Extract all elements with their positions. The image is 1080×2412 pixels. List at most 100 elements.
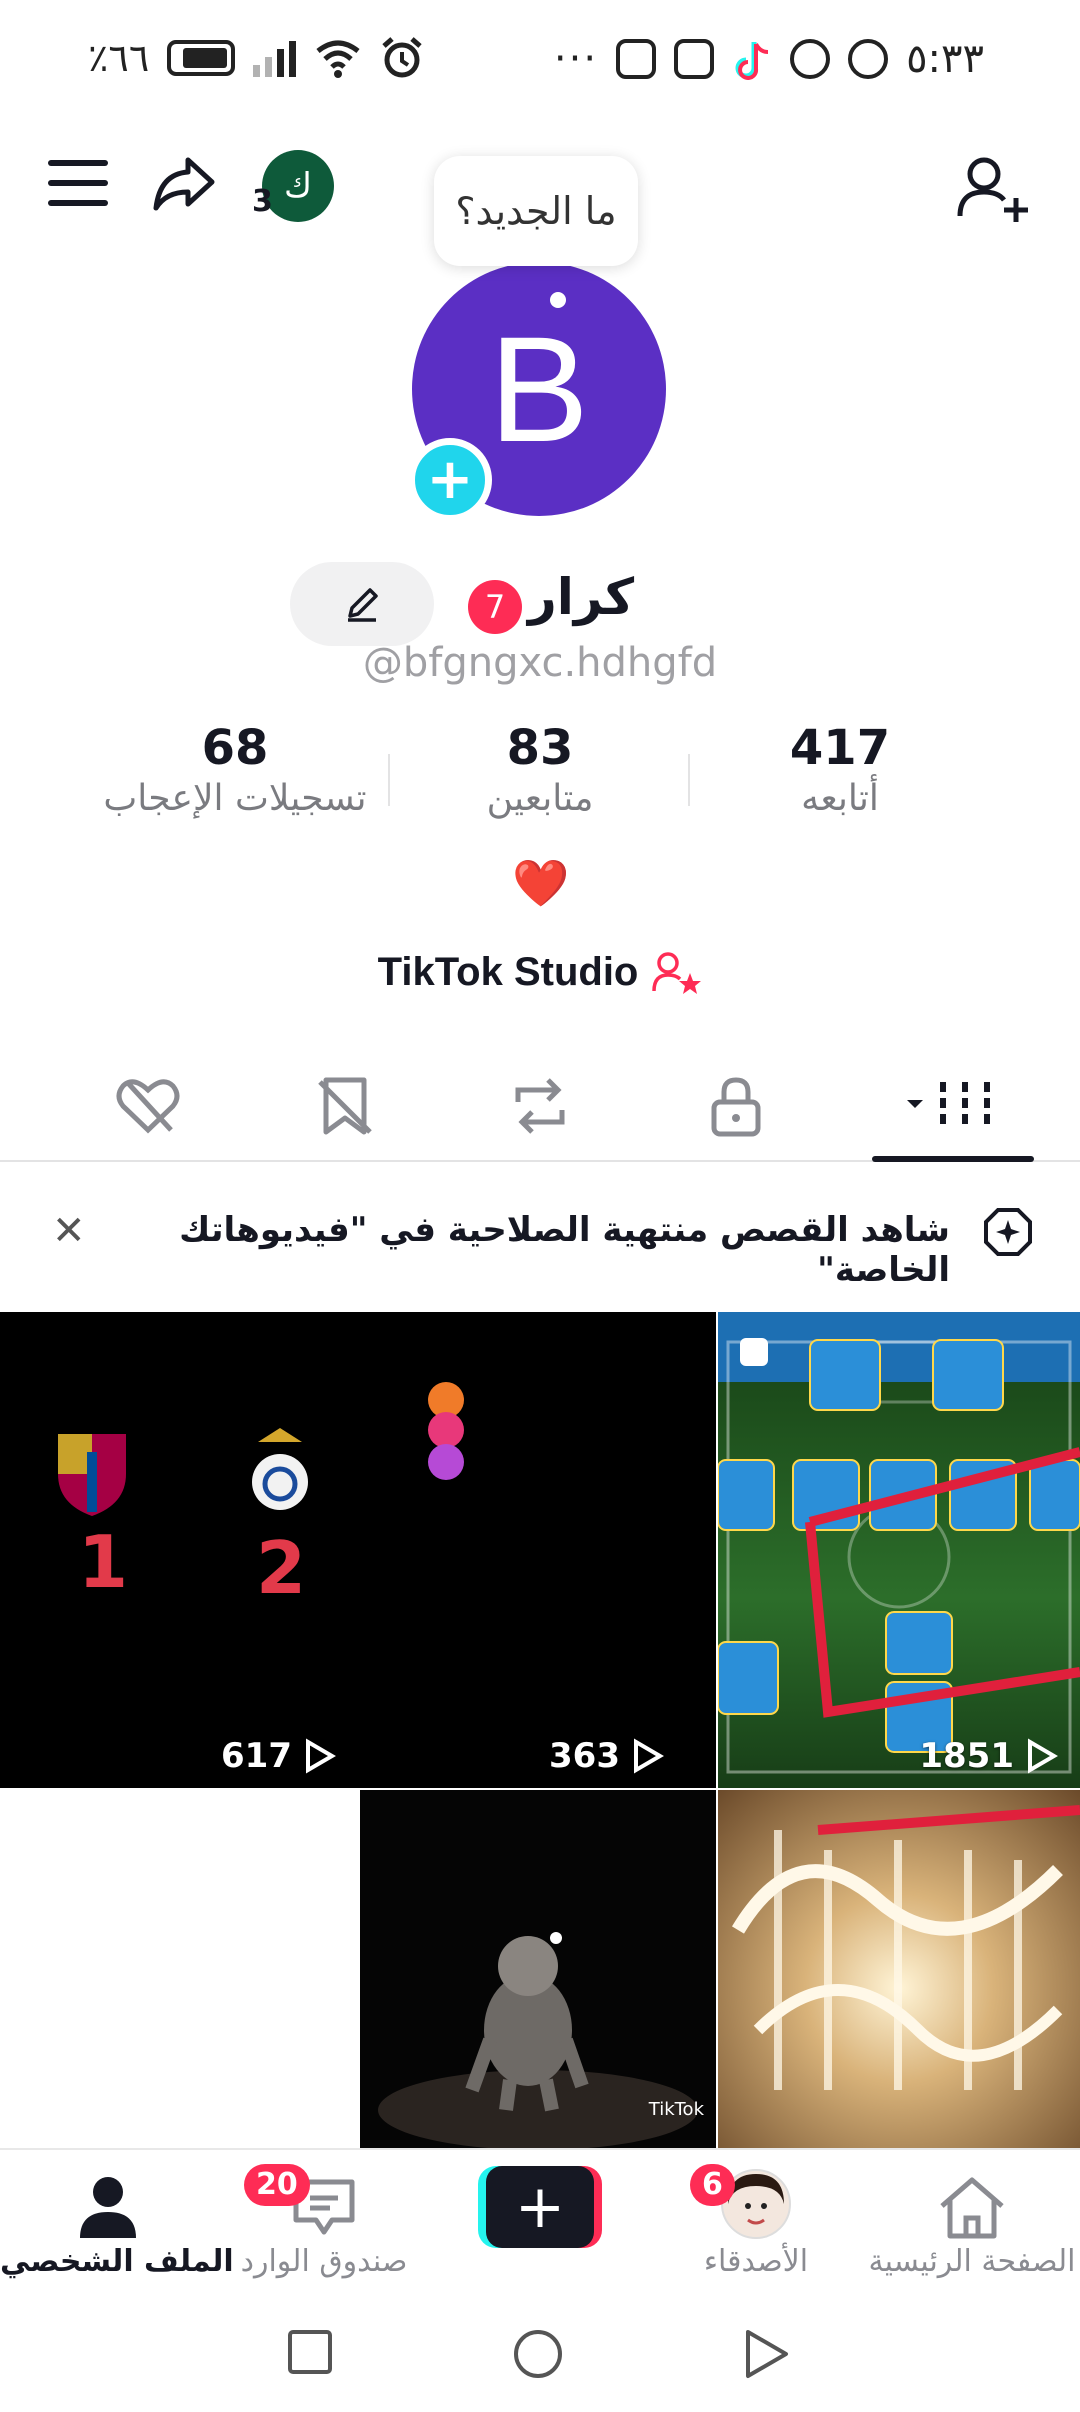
nav-home-label: الصفحة الرئيسية — [868, 2244, 1076, 2279]
edit-profile-button[interactable] — [290, 562, 434, 646]
video-thumbnail[interactable]: TikTok — [360, 1790, 716, 2150]
create-button[interactable]: + — [478, 2166, 602, 2248]
rank-number-2: 2 — [256, 1526, 307, 1610]
battery-percent: ٪٦٦ — [88, 36, 150, 80]
videos-grid-icon — [907, 1082, 990, 1130]
likes-stat[interactable]: 68 تسجيلات الإعجاب — [80, 720, 390, 819]
hidden-heart-icon — [116, 1079, 180, 1134]
nav-inbox-label: صندوق الوارد — [240, 2244, 408, 2279]
avatar-letter: ك — [283, 166, 313, 206]
creator-star-icon — [652, 951, 702, 994]
add-friend-icon[interactable] — [954, 150, 1034, 230]
tab-reposts[interactable] — [500, 1066, 580, 1146]
video-grid: 1851 1 2 363 617 TikTok — [0, 1312, 1080, 2150]
notification-badge: 7 — [468, 580, 522, 634]
likes-count: 68 — [201, 720, 269, 776]
system-navigation — [0, 2300, 1080, 2412]
bio-text: ❤️ — [512, 856, 570, 910]
profile-tabs — [0, 1052, 1080, 1162]
tiktok-icon — [735, 42, 769, 80]
followers-count: 83 — [506, 720, 574, 776]
following-label: أتابعه — [801, 778, 879, 819]
name-row: 7 كرار — [0, 560, 1080, 650]
battery-icon — [167, 40, 236, 76]
instagram-icon — [674, 39, 715, 79]
lock-icon — [711, 1077, 761, 1137]
play-icon — [306, 1738, 336, 1774]
instagram-icon — [616, 39, 657, 79]
tooltip-text: ما الجديد؟ — [455, 189, 617, 233]
whats-new-tooltip[interactable]: ما الجديد؟ — [434, 156, 638, 266]
back-icon[interactable] — [742, 2328, 790, 2380]
signal-icon — [253, 39, 297, 77]
pencil-icon — [348, 588, 378, 622]
username: @bfgngxc.hdhgfd — [362, 640, 718, 686]
profile-stats: 68 تسجيلات الإعجاب 83 متابعين 417 أتابعه — [0, 720, 1080, 840]
banner-text: شاهد القصص منتهية الصلاحية في "فيديوهاتك… — [179, 1210, 950, 1290]
messenger-icon — [848, 39, 889, 79]
following-count: 417 — [789, 720, 891, 776]
nav-profile-label: الملف الشخصي — [0, 2244, 234, 2279]
expired-stories-banner[interactable]: ✕ شاهد القصص منتهية الصلاحية في "فيديوها… — [0, 1172, 1080, 1292]
stat-divider — [688, 754, 690, 806]
more-notifications: ··· — [553, 36, 599, 82]
video-thumbnail[interactable]: 1 2 363 617 — [0, 1312, 716, 1788]
likes-label: تسجيلات الإعجاب — [103, 778, 367, 819]
recents-icon[interactable] — [286, 2328, 334, 2376]
nav-inbox[interactable]: صندوق الوارد 20 — [216, 2164, 432, 2279]
tooltip-pointer — [550, 292, 566, 308]
tab-liked[interactable] — [108, 1066, 188, 1146]
tab-videos[interactable] — [872, 1066, 1034, 1146]
studio-label: TikTok Studio — [377, 950, 639, 994]
view-count-text: 363 — [549, 1736, 620, 1776]
view-count: 363 — [549, 1736, 664, 1776]
messenger-icon — [790, 39, 831, 79]
view-count-text: 1851 — [919, 1736, 1014, 1776]
home-button-icon[interactable] — [512, 2328, 564, 2380]
view-count: 1851 — [919, 1736, 1058, 1776]
avatar-letter: B — [488, 304, 590, 473]
friends-badge: 6 — [690, 2164, 735, 2206]
followers-stat[interactable]: 83 متابعين — [430, 720, 650, 819]
rank-number-1: 1 — [78, 1520, 129, 1604]
video-thumbnail[interactable] — [718, 1790, 1080, 2150]
following-stat[interactable]: 417 أتابعه — [730, 720, 950, 819]
video-thumbnail[interactable]: 1851 — [718, 1312, 1080, 1788]
video-thumbnail[interactable] — [0, 1790, 358, 2150]
sparkle-icon — [984, 1208, 1032, 1256]
tiktok-watermark: TikTok — [648, 2099, 704, 2120]
share-icon[interactable] — [148, 148, 220, 220]
play-icon — [1028, 1738, 1058, 1774]
nav-profile[interactable]: الملف الشخصي — [0, 2170, 234, 2279]
hidden-bookmark-icon — [318, 1077, 372, 1135]
bottom-navigation: الصفحة الرئيسية الأصدقاء 6 + صندوق الوار… — [0, 2148, 1080, 2298]
football-cards-image — [718, 1338, 1080, 1774]
inbox-badge: 20 — [244, 2164, 310, 2206]
plus-icon: + — [486, 2166, 594, 2248]
view-count: 617 — [221, 1736, 336, 1776]
tiktok-studio-link[interactable]: TikTok Studio — [0, 950, 1080, 995]
close-icon[interactable]: ✕ — [52, 1208, 86, 1254]
followers-label: متابعين — [486, 778, 594, 819]
menu-icon[interactable] — [48, 160, 108, 206]
nav-friends[interactable]: الأصدقاء 6 — [648, 2164, 864, 2279]
alarm-icon — [382, 37, 422, 78]
account-count: 3 — [252, 184, 273, 219]
monkey-image — [378, 1932, 698, 2150]
status-bar: ٪٦٦ ··· ٥:٣٣ — [0, 0, 1080, 120]
home-icon — [940, 2177, 1004, 2239]
stat-divider — [388, 754, 390, 806]
view-count-text: 617 — [221, 1736, 292, 1776]
display-name: كرار — [528, 568, 635, 626]
nav-friends-label: الأصدقاء — [703, 2244, 809, 2279]
tab-private[interactable] — [696, 1066, 776, 1146]
wifi-icon — [316, 40, 360, 78]
calligraphy-image — [731, 1805, 1080, 2090]
add-story-button[interactable]: + — [408, 438, 492, 522]
tab-favorites[interactable] — [306, 1066, 386, 1146]
profile-icon — [80, 2177, 136, 2238]
repost-icon — [515, 1078, 565, 1134]
clock: ٥:٣٣ — [906, 36, 984, 82]
play-icon — [634, 1738, 664, 1774]
nav-home[interactable]: الصفحة الرئيسية — [864, 2170, 1080, 2279]
